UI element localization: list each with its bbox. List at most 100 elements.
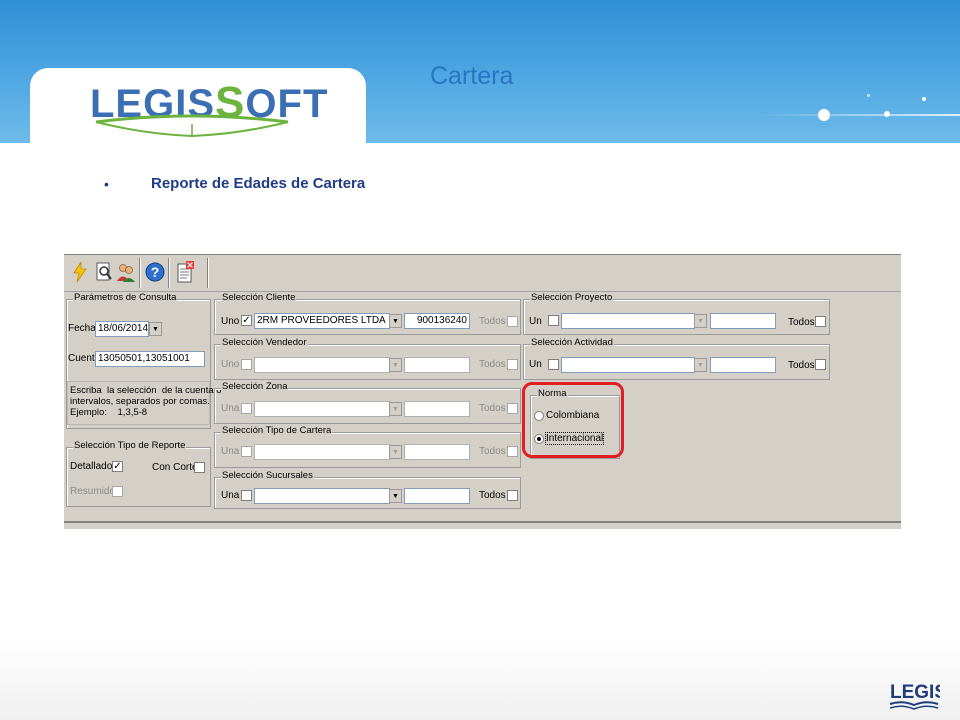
vendedor-dropdown-button[interactable]: ▼ xyxy=(389,358,402,372)
help-box: Escriba la selección de la cuenta o inte… xyxy=(67,381,222,425)
sucursales-todos-checkbox[interactable] xyxy=(507,490,518,501)
sucursales-select[interactable] xyxy=(254,488,390,504)
cliente-select[interactable]: 2RM PROVEEDORES LTDA xyxy=(254,313,390,329)
tipo-cartera-dropdown-button[interactable]: ▼ xyxy=(389,445,402,459)
con-corte-label: Con Corte xyxy=(152,462,198,473)
cliente-todos-checkbox[interactable] xyxy=(507,316,518,327)
zona-dropdown-button[interactable]: ▼ xyxy=(389,402,402,416)
zona-una-checkbox[interactable] xyxy=(241,403,252,414)
toolbar-separator xyxy=(139,258,141,288)
tipo-reporte-group: Selección Tipo de Reporte Detallado ✓ Co… xyxy=(66,440,211,507)
fecha-dropdown-button[interactable]: ▼ xyxy=(149,322,162,336)
close-report-icon[interactable] xyxy=(174,259,198,285)
fecha-input[interactable]: 18/06/2014 xyxy=(95,321,149,337)
legis-logo: LEGIS xyxy=(889,682,940,710)
svg-text:LEGIS: LEGIS xyxy=(890,682,940,703)
cliente-code-input[interactable]: 900136240 xyxy=(404,313,470,329)
actividad-todos-label: Todos xyxy=(788,360,815,371)
cliente-group: Selección Cliente Uno ✓ 2RM PROVEEDORES … xyxy=(214,292,521,335)
vendedor-group: Selección Vendedor Uno ▼ Todos xyxy=(214,337,521,380)
cliente-dropdown-button[interactable]: ▼ xyxy=(389,314,402,328)
tipo-cartera-code-input[interactable] xyxy=(404,444,470,460)
help-icon[interactable]: ? xyxy=(143,259,167,285)
detallado-label: Detallado xyxy=(70,461,113,472)
sucursales-una-checkbox[interactable] xyxy=(241,490,252,501)
sucursales-todos-label: Todos xyxy=(479,490,506,501)
toolbar-separator xyxy=(168,258,170,288)
cliente-todos-label: Todos xyxy=(479,316,506,327)
tipo-cartera-una-checkbox[interactable] xyxy=(241,446,252,457)
proyecto-todos-checkbox[interactable] xyxy=(815,316,826,327)
window-bottom-edge xyxy=(64,521,901,529)
zona-todos-label: Todos xyxy=(479,403,506,414)
proyecto-legend: Selección Proyecto xyxy=(530,292,614,303)
decor-dot xyxy=(922,97,926,101)
actividad-code-input[interactable] xyxy=(710,357,776,373)
vendedor-select[interactable] xyxy=(254,357,390,373)
zona-legend: Selección Zona xyxy=(221,381,289,392)
zona-todos-checkbox[interactable] xyxy=(507,403,518,414)
fecha-label: Fecha xyxy=(68,323,96,334)
report-window: ? Parámetros de Consulta Fecha 18/06/201… xyxy=(64,254,901,529)
zona-select[interactable] xyxy=(254,401,390,417)
toolbar-separator xyxy=(207,258,209,288)
footer-fade xyxy=(0,640,960,720)
tipo-cartera-legend: Selección Tipo de Cartera xyxy=(221,425,333,436)
cliente-uno-label: Uno xyxy=(221,316,240,327)
help-text: Escriba la selección de la cuenta o inte… xyxy=(70,385,222,418)
vendedor-legend: Selección Vendedor xyxy=(221,337,308,348)
con-corte-checkbox[interactable] xyxy=(194,462,205,473)
parametros-legend: Parámetros de Consulta xyxy=(73,292,178,303)
norma-highlight-annotation xyxy=(522,382,624,458)
slide-title: Cartera xyxy=(430,62,514,90)
actividad-dropdown-button[interactable]: ▼ xyxy=(694,358,707,372)
actividad-legend: Selección Actividad xyxy=(530,337,614,348)
lightning-icon[interactable] xyxy=(68,259,92,285)
resumido-label: Resumido xyxy=(70,486,116,497)
sucursales-legend: Selección Sucursales xyxy=(221,470,314,481)
toolbar: ? xyxy=(64,255,901,292)
vendedor-uno-label: Uno xyxy=(221,359,240,370)
cliente-uno-checkbox[interactable]: ✓ xyxy=(241,315,252,326)
actividad-un-label: Un xyxy=(529,359,542,370)
zona-group: Selección Zona Una ▼ Todos xyxy=(214,381,521,424)
proyecto-un-label: Un xyxy=(529,316,542,327)
tipo-cartera-group: Selección Tipo de Cartera Una ▼ Todos xyxy=(214,425,521,468)
vendedor-uno-checkbox[interactable] xyxy=(241,359,252,370)
proyecto-un-checkbox[interactable] xyxy=(548,315,559,326)
actividad-todos-checkbox[interactable] xyxy=(815,359,826,370)
tipo-cartera-todos-checkbox[interactable] xyxy=(507,446,518,457)
svg-text:?: ? xyxy=(151,264,160,280)
actividad-select[interactable] xyxy=(561,357,695,373)
actividad-group: Selección Actividad Un ▼ Todos xyxy=(523,337,830,380)
vendedor-todos-checkbox[interactable] xyxy=(507,359,518,370)
parametros-group: Parámetros de Consulta Fecha 18/06/2014 … xyxy=(66,292,222,429)
resumido-checkbox[interactable] xyxy=(112,486,123,497)
cuenta-input[interactable]: 13050501,13051001 xyxy=(95,351,205,367)
actividad-un-checkbox[interactable] xyxy=(548,359,559,370)
detallado-checkbox[interactable]: ✓ xyxy=(112,461,123,472)
proyecto-select[interactable] xyxy=(561,313,695,329)
sucursales-dropdown-button[interactable]: ▼ xyxy=(389,489,402,503)
bullet-text: Reporte de Edades de Cartera xyxy=(151,175,366,192)
zona-code-input[interactable] xyxy=(404,401,470,417)
tipo-cartera-todos-label: Todos xyxy=(479,446,506,457)
proyecto-todos-label: Todos xyxy=(788,317,815,328)
cliente-legend: Selección Cliente xyxy=(221,292,297,303)
users-icon[interactable] xyxy=(114,259,138,285)
sucursales-una-label: Una xyxy=(221,490,240,501)
decor-dot xyxy=(867,94,870,97)
sucursales-code-input[interactable] xyxy=(404,488,470,504)
preview-icon[interactable] xyxy=(92,259,116,285)
sucursales-group: Selección Sucursales Una ▼ Todos xyxy=(214,470,521,509)
proyecto-code-input[interactable] xyxy=(710,313,776,329)
logo-book-arc xyxy=(95,114,289,138)
proyecto-dropdown-button[interactable]: ▼ xyxy=(694,314,707,328)
tipo-cartera-select[interactable] xyxy=(254,444,390,460)
vendedor-code-input[interactable] xyxy=(404,357,470,373)
proyecto-group: Selección Proyecto Un ▼ Todos xyxy=(523,292,830,335)
decor-streak xyxy=(760,114,960,116)
bullet-marker: • xyxy=(104,176,109,192)
vendedor-todos-label: Todos xyxy=(479,359,506,370)
tipo-cartera-una-label: Una xyxy=(221,446,240,457)
